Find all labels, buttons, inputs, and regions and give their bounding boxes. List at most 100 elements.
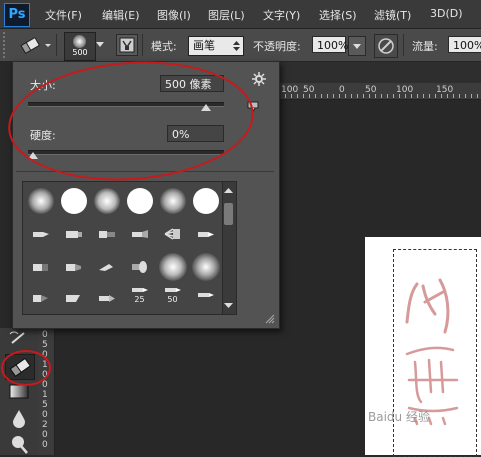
menu-file[interactable]: 文件(F) [45,7,82,23]
bristle-tip-icon [65,263,81,271]
pressure-opacity-button[interactable] [374,34,398,58]
menu-3d[interactable]: 3D(D) [430,7,463,20]
ruler-tick-label: 0 [42,330,48,340]
up-down-arrows-icon [233,41,240,51]
history-brush-icon[interactable] [8,330,30,346]
fan-brush-icon [164,227,180,240]
brush-panel-toggle[interactable] [116,34,138,56]
opacity-label: 不透明度: [253,40,301,53]
menu-select[interactable]: 选择(S) [319,7,357,23]
scroll-down-icon[interactable] [224,303,233,309]
eraser-icon [20,37,51,55]
brush-preset-hard-round[interactable] [124,185,155,216]
brush-panel-icon [119,37,135,53]
brush-preset-bristle[interactable] [25,282,56,313]
hard-brush-icon [60,187,87,214]
opacity-input[interactable]: 100% [312,36,348,53]
ruler-vertical: 0 5 0 1 0 0 1 5 0 2 0 0 [38,328,55,455]
photoshop-logo: Ps [4,3,30,27]
menu-filter[interactable]: 滤镜(T) [374,7,411,23]
brush-preset-soft-round[interactable] [190,251,221,282]
tool-preset-picker[interactable] [18,35,52,55]
brush-preset-25[interactable]: 25 [124,279,155,310]
bristle-tip-icon [98,294,115,302]
brush-preset-soft-round[interactable] [25,185,56,216]
hard-brush-icon [192,187,219,214]
blur-drop-icon[interactable] [10,408,28,428]
chevron-down-icon[interactable] [96,42,104,48]
ruler-tick-label: 0 [42,380,48,390]
soft-brush-icon [159,187,186,214]
resize-grip-icon[interactable] [265,314,275,324]
bristle-tip-icon [65,294,80,302]
flow-label: 流量: [412,40,438,53]
hard-brush-icon [126,187,153,214]
airbrush-tip-icon [164,288,181,292]
brush-preset-list: 25 50 [22,181,224,315]
soft-brush-icon [93,187,120,214]
menu-image[interactable]: 图像(I) [157,7,191,23]
menu-edit[interactable]: 编辑(E) [102,7,140,23]
bristle-tip-icon [65,230,82,238]
document-tab-area [279,62,481,83]
bristle-tip-icon [197,231,214,237]
brush-preset-soft-round[interactable] [157,251,188,282]
ruler-tick-label: 0 [42,410,48,420]
brush-preset-bristle[interactable] [58,251,89,282]
brush-preset-bristle[interactable] [124,218,155,249]
brush-preset-bristle[interactable] [190,218,221,249]
chevron-down-icon [353,44,361,49]
brush-preset-soft-round[interactable] [91,185,122,216]
preset-scrollbar[interactable] [222,181,237,315]
brush-preset-bristle[interactable] [157,218,188,249]
brush-preset-bristle[interactable] [124,251,155,282]
bristle-tip-icon [32,231,49,237]
scrollbar-thumb[interactable] [224,203,233,225]
brush-preset-hard-round[interactable] [58,185,89,216]
brush-preset-bristle[interactable] [58,282,89,313]
gear-icon[interactable] [252,72,266,86]
brush-preset-bristle[interactable] [25,251,56,282]
opacity-slider-toggle[interactable] [348,36,366,56]
ruler-tick-label: 0 [42,440,48,450]
soft-brush-icon [73,35,86,48]
pen-pressure-icon [378,38,394,54]
soft-brush-icon [191,252,220,281]
brush-preset-bristle[interactable] [25,218,56,249]
brush-preset-bristle[interactable] [91,282,122,313]
mode-value: 画笔 [193,39,215,52]
menu-type[interactable]: 文字(Y) [263,7,300,23]
mode-select[interactable]: 画笔 [188,36,244,56]
bristle-tip-icon [32,263,48,271]
ruler-tick-label: 5 [42,340,48,350]
ruler-tick-label: 0 [42,430,48,440]
brush-preset-picker[interactable]: 500 [64,32,96,61]
scroll-up-icon[interactable] [224,188,233,194]
bristle-tip-icon [98,263,113,271]
ruler-horizontal: 100 50 0 50 100 150 [279,83,481,100]
soft-brush-icon [158,252,187,281]
brush-preset-soft-round[interactable] [157,185,188,216]
brush-preset-bristle[interactable] [190,279,221,310]
brush-preset-bristle[interactable] [91,218,122,249]
airbrush-tip-icon [197,292,214,297]
ruler-tick-label: 1 [42,390,48,400]
soft-brush-icon [27,187,54,214]
round-bristle-icon [131,260,147,273]
gradient-icon[interactable] [9,384,29,400]
bristle-tip-icon [98,230,115,238]
brush-preset-hard-round[interactable] [190,185,221,216]
brush-preset-size-label: 25 [134,295,145,304]
signature-strokes [405,278,459,426]
brush-preset-bristle[interactable] [58,218,89,249]
brush-preset-50[interactable]: 50 [157,279,188,310]
menu-layer[interactable]: 图层(L) [208,7,245,23]
flow-input[interactable]: 100% [448,36,481,53]
brush-preset-bristle[interactable] [91,251,122,282]
dodge-icon[interactable] [9,434,29,455]
bristle-tip-icon [131,229,148,238]
options-bar-grip[interactable] [3,32,11,58]
brush-preset-size-label: 50 [167,295,178,304]
mode-label: 模式: [151,40,177,53]
ruler-tick-label: 5 [42,400,48,410]
